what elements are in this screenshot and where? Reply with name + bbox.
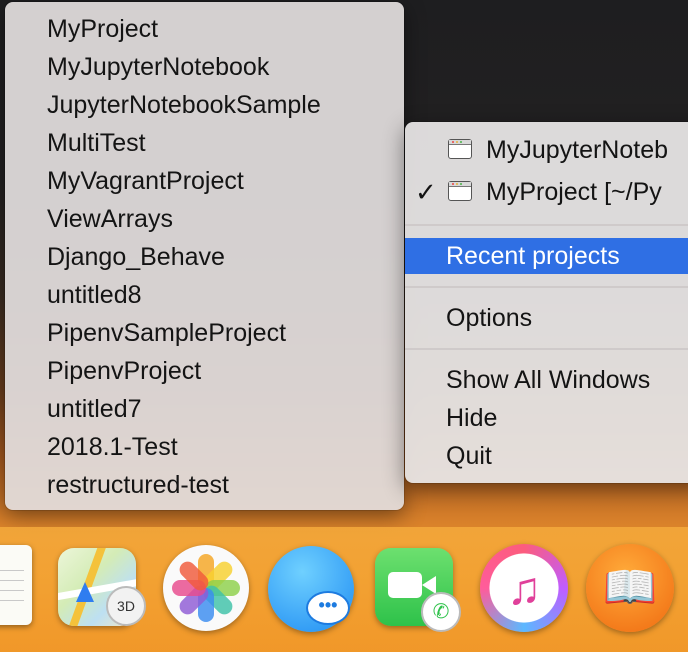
recent-project-item[interactable]: JupyterNotebookSample xyxy=(47,87,321,123)
hide-menu-item[interactable]: Hide xyxy=(405,400,688,436)
recent-project-item[interactable]: untitled7 xyxy=(47,391,142,427)
window-title: MyProject [~/Py xyxy=(486,178,662,206)
messages-app-icon[interactable]: ••• xyxy=(268,546,354,632)
menu-separator xyxy=(405,224,688,226)
recent-project-item[interactable]: MyJupyterNotebook xyxy=(47,49,269,85)
phone-icon: ✆ xyxy=(421,592,461,632)
compass-3d-icon: 3D xyxy=(106,586,146,626)
recent-project-item[interactable]: MultiTest xyxy=(47,125,146,161)
window-title: MyJupyterNoteb xyxy=(486,136,669,164)
recent-projects-label: Recent projects xyxy=(446,242,620,270)
options-label: Options xyxy=(446,304,533,332)
recent-project-item[interactable]: restructured-test xyxy=(47,467,229,503)
checkmark-icon: ✓ xyxy=(415,177,437,207)
window-menu-item[interactable]: MyJupyterNoteb xyxy=(405,132,688,168)
recent-projects-menu-item[interactable]: Recent projects xyxy=(405,238,688,274)
quit-menu-item[interactable]: Quit xyxy=(405,438,688,474)
show-all-windows-label: Show All Windows xyxy=(446,366,651,394)
recent-project-item[interactable]: MyVagrantProject xyxy=(47,163,244,199)
notes-app-icon[interactable] xyxy=(0,545,32,625)
recent-project-item[interactable]: untitled8 xyxy=(47,277,142,313)
recent-projects-submenu: MyProject MyJupyterNotebook JupyterNoteb… xyxy=(5,2,404,510)
quit-label: Quit xyxy=(446,442,492,470)
facetime-app-icon[interactable]: ✆ xyxy=(375,548,461,632)
hide-label: Hide xyxy=(446,404,498,432)
recent-project-item[interactable]: MyProject xyxy=(47,11,158,47)
recent-project-item[interactable]: ViewArrays xyxy=(47,201,173,237)
recent-project-item[interactable]: PipenvProject xyxy=(47,353,201,389)
show-all-windows-menu-item[interactable]: Show All Windows xyxy=(405,362,688,398)
dock-context-menu: MyJupyterNoteb ✓ MyProject [~/Py Recent … xyxy=(405,122,688,483)
menu-separator xyxy=(405,286,688,288)
video-camera-icon xyxy=(388,572,422,598)
books-app-icon[interactable]: 📖 xyxy=(586,544,674,632)
window-icon xyxy=(448,139,472,159)
window-icon xyxy=(448,181,472,201)
photos-app-icon[interactable] xyxy=(163,545,249,631)
recent-project-item[interactable]: 2018.1-Test xyxy=(47,429,178,465)
itunes-app-icon[interactable]: ♫ xyxy=(480,544,568,632)
options-menu-item[interactable]: Options xyxy=(405,300,688,336)
menu-separator xyxy=(405,348,688,350)
recent-project-item[interactable]: PipenvSampleProject xyxy=(47,315,286,351)
recent-project-item[interactable]: Django_Behave xyxy=(47,239,225,275)
location-arrow-icon xyxy=(76,582,94,602)
window-menu-item-active[interactable]: ✓ MyProject [~/Py xyxy=(405,174,688,210)
message-bubble-icon: ••• xyxy=(306,591,350,625)
video-camera-lens xyxy=(422,576,436,594)
